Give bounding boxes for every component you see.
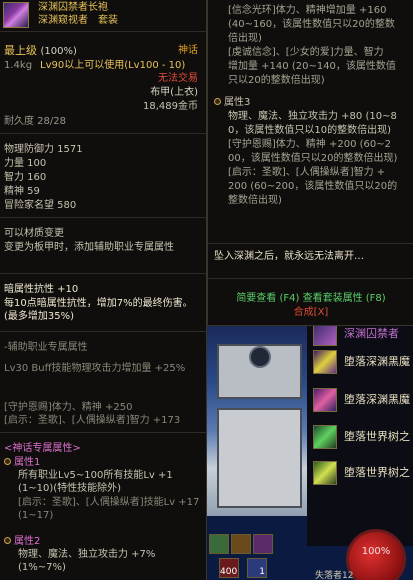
attr3-title: 属性3 [214, 96, 250, 109]
attr-line: 整数倍出现) [228, 195, 282, 206]
item-weight: 1.4kg [4, 60, 33, 71]
support-line: Lv30 Buff技能物理攻击力增加量 +25% [4, 363, 186, 374]
myth-attr1-line: [启示：圣歌]、[人偶操纵者]技能Lv +17 (1~17) [18, 497, 200, 521]
storage-chest [207, 326, 307, 516]
list-item-label: 堕落深渊黑魔 [344, 355, 410, 368]
attr-bullet-icon [214, 98, 221, 105]
item-thumb-icon [313, 461, 337, 485]
item-requirement: Lv90以上可以使用(Lv100 - 10) [40, 60, 186, 71]
attr-line: 200 (60~200，该属性数值只以20的 [228, 181, 398, 192]
item-thumb-icon [313, 326, 337, 346]
list-item-label: 堕落深渊黑魔 [344, 393, 410, 406]
attr-line: 只以20的整数倍出现) [228, 75, 325, 86]
skill-slot[interactable]: 1 [247, 558, 267, 578]
skill-slot[interactable] [209, 534, 229, 554]
divider [0, 217, 206, 218]
attr-line: 00，该属性数值只以20的整数倍出现) [228, 153, 398, 164]
lock-icon [249, 346, 271, 368]
divider [0, 273, 206, 274]
list-item[interactable]: 深渊囚禁者 [307, 326, 413, 348]
attr-line: [信念光环]体力、精神增加量 +160 [228, 5, 387, 16]
list-item-label: 堕落世界树之 [344, 430, 410, 443]
myth-attr2-line: 物理、魔法、独立攻击力 +7% (1%~7%) [18, 549, 156, 573]
attr-bullet-icon [4, 537, 11, 544]
myth-attr1-line: 所有职业Lv5~100所有技能Lv +1 (1~10)(特性技能除外) [18, 470, 173, 494]
item-name: 深渊囚禁者长袍 [38, 2, 108, 13]
support-line: [启示：圣歌]、[人偶操纵者]智力 +173 [4, 415, 181, 426]
item-rarity: 神话 [178, 45, 198, 56]
item-icon [3, 2, 29, 28]
attr-line: 增加量 +140 (20~140，该属性数值 [228, 61, 396, 72]
stat-line: 智力 160 [4, 172, 47, 183]
skill-slot[interactable] [253, 534, 273, 554]
stat-line: 力量 100 [4, 158, 47, 169]
hp-percent: 100% [361, 546, 391, 557]
myth-attr2-title: 属性2 [4, 535, 40, 548]
attr-bullet-icon [4, 458, 11, 465]
myth-header: <神话专属属性> [4, 443, 81, 454]
skill-slot[interactable]: 400 [219, 558, 239, 578]
item-trade-status: 无法交易 [158, 73, 198, 84]
dark-resistance: 暗属性抗性 +10 [4, 284, 79, 295]
game-scene: 深渊囚禁者 堕落深渊黑魔 堕落深渊黑魔 堕落世界树之 堕落世界树之 400 1 … [207, 326, 413, 580]
divider [0, 331, 206, 332]
item-tooltip: 深渊囚禁者长袍 深渊窥视者 套装 最上级 (100%) 神话 1.4kg Lv9… [0, 0, 207, 580]
top-attr-lines: [信念光环]体力、精神增加量 +160 (40~160，该属性数值只以20的整数… [228, 4, 396, 88]
item-slot: 布甲(上衣) [150, 87, 198, 98]
attr-line: 物理、魔法、独立攻击力 +80 (10~8 [228, 111, 397, 122]
attr-line: [守护恩赐]体力、精神 +200 (60~2 [228, 139, 391, 150]
divider [208, 243, 413, 244]
item-set-name: 深渊窥视者 套装 [38, 15, 118, 26]
stat-line: 冒险家名望 580 [4, 200, 77, 211]
item-thumb-icon [313, 425, 337, 449]
item-list[interactable]: 深渊囚禁者 堕落深渊黑魔 堕落深渊黑魔 堕落世界树之 堕落世界树之 [307, 326, 413, 546]
item-stats: 物理防御力 1571 力量 100 智力 160 精神 59 冒险家名望 580 [4, 143, 83, 213]
stat-line: 物理防御力 1571 [4, 144, 83, 155]
support-header: -辅助职业专属属性 [4, 342, 88, 353]
stat-line: 精神 59 [4, 186, 40, 197]
myth-attr1-title: 属性1 [4, 456, 40, 469]
material-change-text: 可以材质变更 [4, 228, 64, 239]
dark-resistance-desc: 每10点暗属性抗性，增加7%的最终伤害。(最多增加35%) [4, 298, 193, 322]
chest-body [217, 408, 302, 508]
item-grade: 最上级 (100%) [4, 44, 77, 57]
shortcut-hints: 简要查看 (F4) 查看套装属性 (F8) [236, 293, 386, 304]
divider [0, 31, 206, 32]
list-item-label: 堕落世界树之 [344, 466, 410, 479]
support-line: [守护恩赐]体力、精神 +250 [4, 402, 133, 413]
divider [0, 432, 206, 433]
flavor-text: 坠入深渊之后，就永远无法离开… [214, 251, 364, 262]
attr-line: [虔诚信念]、[少女的爱]力量、智力 [228, 47, 384, 58]
list-item[interactable]: 堕落深渊黑魔 [307, 348, 413, 376]
skill-count: 400 [220, 567, 238, 577]
attr-line: 0，该属性数值只以10的整数倍出现) [228, 125, 391, 136]
item-tooltip-continued: [信念光环]体力、精神增加量 +160 (40~160，该属性数值只以20的整数… [207, 0, 413, 326]
bottom-status-text: 失落者12 [315, 571, 354, 580]
attr3-lines: 物理、魔法、独立攻击力 +80 (10~8 0，该属性数值只以10的整数倍出现)… [228, 110, 397, 208]
item-durability: 耐久度 28/28 [4, 116, 66, 127]
attr-line: (40~160，该属性数值只以20的整数 [228, 19, 395, 30]
divider [208, 278, 413, 279]
list-item-label: 深渊囚禁者 [344, 327, 399, 340]
divider [0, 133, 206, 134]
list-item[interactable]: 堕落深渊黑魔 [307, 386, 413, 414]
synthesize-hint: 合成[X] [293, 307, 329, 318]
item-thumb-icon [313, 350, 337, 374]
attr-line: [启示：圣歌]、[人偶操纵者]智力 + [228, 167, 386, 178]
list-item[interactable]: 堕落世界树之 [307, 423, 413, 451]
list-item[interactable]: 堕落世界树之 [307, 459, 413, 487]
item-price: 18,489金币 [143, 101, 198, 112]
skill-slot[interactable] [231, 534, 251, 554]
transform-text: 变更为板甲时，添加辅助职业专属属性 [4, 242, 174, 253]
attr-line: 倍出现) [228, 33, 262, 44]
item-thumb-icon [313, 388, 337, 412]
skill-count: 1 [259, 567, 265, 577]
